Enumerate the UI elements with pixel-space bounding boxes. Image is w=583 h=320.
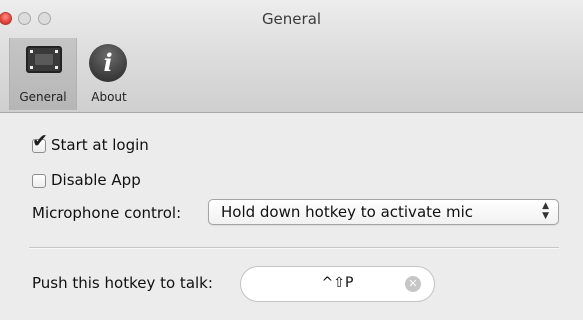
toolbar-item-label: About (91, 90, 127, 104)
window-title: General (261, 10, 322, 28)
microphone-control-label: Microphone control: (32, 204, 182, 222)
toolbar-item-about[interactable]: i About (78, 38, 140, 110)
disable-app-checkbox[interactable] (32, 174, 46, 188)
hotkey-recorder-field[interactable]: ^⇧P ✕ (240, 266, 435, 302)
checkmark-icon: ✔ (32, 130, 48, 152)
title-toolbar: General General i About (0, 0, 583, 113)
start-at-login-checkbox[interactable]: ✔ (32, 132, 48, 153)
hotkey-label: Push this hotkey to talk: (32, 274, 213, 292)
general-prefs-icon (26, 46, 62, 73)
start-at-login-label[interactable]: Start at login (51, 136, 149, 154)
toolbar-item-label: General (19, 90, 67, 104)
clear-hotkey-icon[interactable]: ✕ (405, 276, 421, 292)
microphone-control-value: Hold down hotkey to activate mic (221, 203, 474, 221)
microphone-control-select[interactable]: Hold down hotkey to activate mic ▲ ▼ (208, 199, 559, 225)
toolbar-item-general[interactable]: General (9, 38, 77, 110)
disable-app-label[interactable]: Disable App (51, 171, 141, 189)
updown-arrows-icon: ▲ ▼ (542, 201, 549, 221)
info-icon: i (89, 44, 127, 82)
preferences-window: General General i About ✔ Start at login… (0, 0, 583, 320)
separator (29, 247, 559, 249)
